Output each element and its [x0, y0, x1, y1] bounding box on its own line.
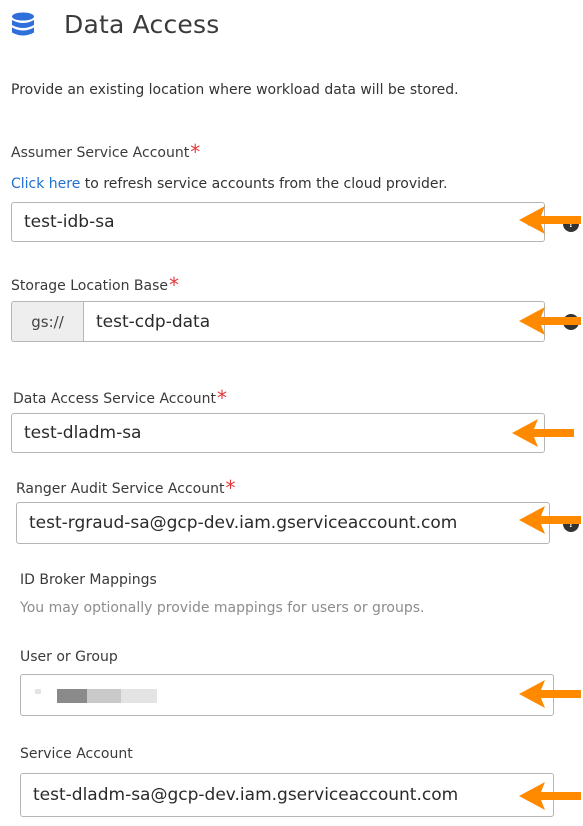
refresh-text: to refresh service accounts from the clo… — [80, 176, 448, 192]
assumer-label: Assumer Service Account* — [11, 138, 201, 164]
refresh-link[interactable]: Click here — [11, 176, 80, 192]
data-access-input[interactable]: test-dladm-sa — [11, 413, 545, 453]
id-broker-hint: You may optionally provide mappings for … — [20, 600, 425, 616]
database-icon — [12, 12, 34, 36]
redacted-value — [57, 689, 87, 703]
user-group-label: User or Group — [20, 649, 118, 665]
arrow-left-icon — [512, 419, 574, 447]
storage-label: Storage Location Base* — [11, 271, 179, 297]
arrow-left-icon — [519, 680, 581, 708]
required-mark: * — [225, 476, 236, 500]
required-mark: * — [190, 140, 201, 164]
redacted-value — [35, 689, 41, 694]
refresh-line: Click here to refresh service accounts f… — [11, 176, 447, 192]
arrow-left-icon — [519, 782, 581, 810]
required-mark: * — [216, 386, 227, 410]
redacted-value — [121, 689, 157, 703]
assumer-select[interactable]: test-idb-sa ▾ — [11, 202, 545, 242]
user-group-input[interactable] — [20, 674, 554, 716]
ranger-input[interactable]: test-rgraud-sa@gcp-dev.iam.gserviceaccou… — [16, 502, 550, 544]
arrow-left-icon — [519, 307, 581, 335]
storage-input[interactable]: test-cdp-data — [83, 301, 545, 342]
arrow-left-icon — [519, 206, 581, 234]
ranger-label-text: Ranger Audit Service Account — [16, 481, 225, 497]
id-broker-heading: ID Broker Mappings — [20, 572, 157, 588]
ranger-label: Ranger Audit Service Account* — [16, 474, 236, 500]
service-account-label: Service Account — [20, 746, 133, 762]
storage-label-text: Storage Location Base — [11, 278, 168, 294]
data-access-label: Data Access Service Account* — [13, 384, 227, 410]
service-account-input[interactable]: test-dladm-sa@gcp-dev.iam.gserviceaccoun… — [20, 773, 554, 817]
assumer-select-value: test-idb-sa — [11, 202, 545, 242]
redacted-value — [87, 689, 121, 703]
page-description: Provide an existing location where workl… — [11, 82, 459, 98]
data-access-label-text: Data Access Service Account — [13, 391, 216, 407]
arrow-left-icon — [519, 506, 581, 534]
assumer-label-text: Assumer Service Account — [11, 145, 190, 161]
storage-prefix: gs:// — [11, 301, 83, 342]
page-title: Data Access — [64, 10, 220, 39]
required-mark: * — [168, 273, 179, 297]
